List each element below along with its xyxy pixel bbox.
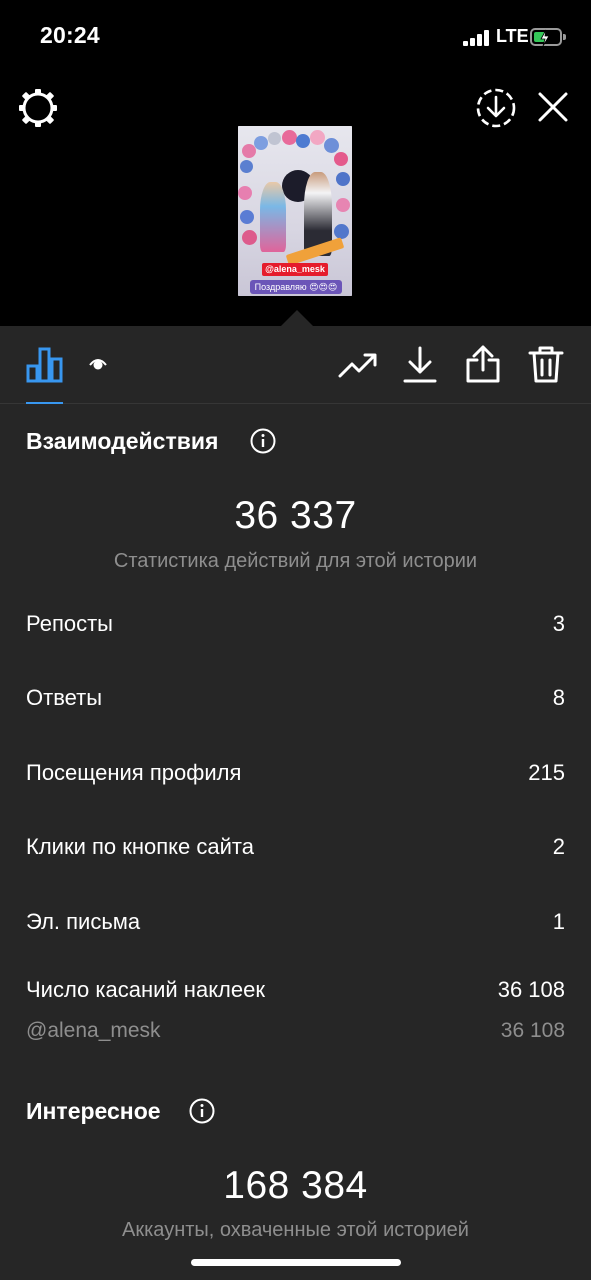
story-mention-sticker[interactable]: @alena_mesk (262, 263, 328, 276)
discovery-info-icon[interactable] (189, 1098, 215, 1124)
delete-trash-icon[interactable] (528, 344, 564, 384)
stat-label: Ответы (26, 685, 103, 710)
insights-chart-icon[interactable] (26, 346, 63, 383)
stat-subrow-mention: @alena_mesk 36 108 (26, 1019, 565, 1049)
stat-value: 36 108 (497, 977, 565, 1002)
status-time: 20:24 (40, 22, 100, 48)
story-caption: Поздравляю 😍😍😍 (250, 280, 342, 294)
discovery-title: Интересное (26, 1098, 161, 1124)
interactions-total: 36 337 (234, 494, 357, 537)
insights-panel: Взаимодействия 36 337 Статистика действи… (0, 326, 591, 1280)
signal-icon (463, 30, 491, 46)
stat-value: 215 (528, 760, 565, 785)
network-label: LTE (496, 26, 529, 46)
story-thumbnail[interactable]: @alena_mesk Поздравляю 😍😍😍 (238, 126, 352, 296)
share-icon[interactable] (465, 344, 501, 384)
discovery-total: 168 384 (223, 1164, 368, 1207)
stat-value: 1 (552, 909, 565, 934)
interactions-subtitle: Статистика действий для этой истории (113, 550, 478, 572)
stat-row-website-clicks: Клики по кнопке сайта 2 (26, 834, 565, 864)
interactions-info-icon[interactable] (250, 428, 276, 454)
panel-pointer (280, 310, 314, 327)
stat-label: Число касаний наклеек (26, 977, 265, 1002)
stat-label: Посещения профиля (26, 760, 242, 785)
close-icon[interactable] (536, 90, 570, 124)
stat-label: Эл. письма (26, 909, 141, 934)
stat-value: 3 (552, 611, 565, 636)
stat-row-reposts: Репосты 3 (26, 611, 565, 641)
stat-row-replies: Ответы 8 (26, 685, 565, 715)
stat-value: 8 (552, 685, 565, 710)
save-story-icon[interactable] (474, 86, 518, 130)
insights-toolbar (0, 326, 591, 404)
home-indicator[interactable] (191, 1259, 401, 1266)
stat-row-profile-visits: Посещения профиля 215 (26, 760, 565, 790)
active-tab-indicator (26, 402, 63, 404)
status-bar: 20:24 LTE (0, 0, 591, 72)
stat-value: 2 (552, 834, 565, 859)
stat-label: Репосты (26, 611, 113, 636)
download-icon[interactable] (403, 346, 437, 384)
stat-row-sticker-taps: Число касаний наклеек 36 108 (26, 977, 565, 1007)
stat-row-emails: Эл. письма 1 (26, 909, 565, 939)
settings-gear-icon[interactable] (18, 88, 58, 128)
battery-icon (530, 28, 566, 47)
viewers-eye-icon[interactable] (88, 357, 108, 371)
interactions-title: Взаимодействия (26, 428, 219, 454)
promote-trend-icon[interactable] (338, 350, 378, 382)
stat-sublabel: @alena_mesk (26, 1019, 161, 1042)
discovery-subtitle: Аккаунты, охваченные этой историей (122, 1219, 469, 1241)
stat-label: Клики по кнопке сайта (26, 834, 254, 859)
stat-subvalue: 36 108 (500, 1019, 565, 1042)
